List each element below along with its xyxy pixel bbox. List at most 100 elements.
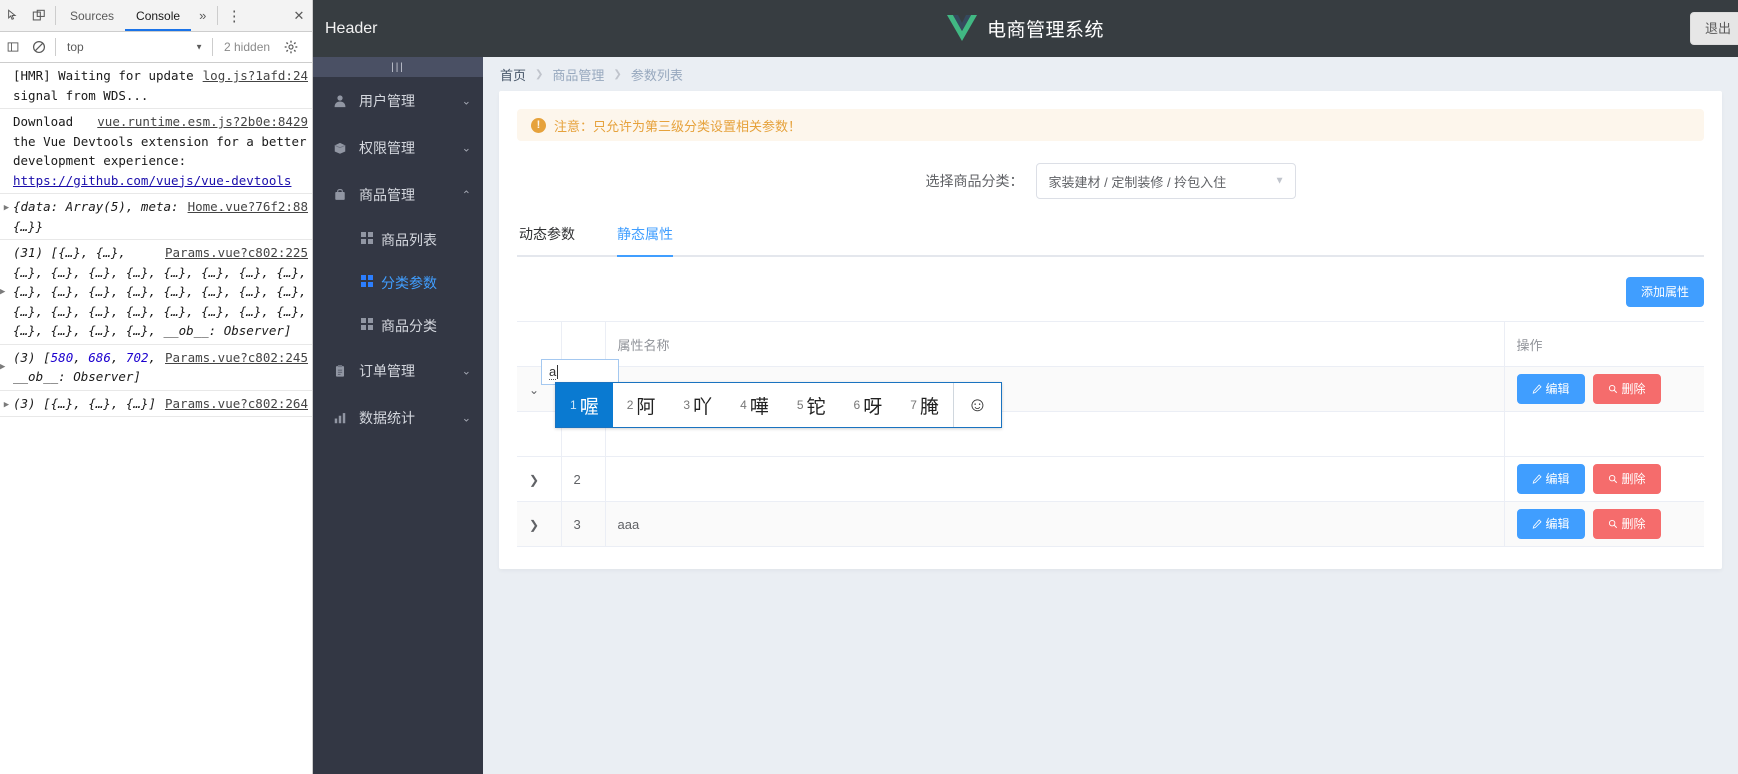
console-log-entry[interactable]: ▶ Home.vue?76f2:88 {data: Array(5), meta… (0, 194, 312, 240)
console-output[interactable]: log.js?1afd:24 [HMR] Waiting for update … (0, 63, 312, 774)
category-select-row: 选择商品分类： 家装建材 / 定制装修 / 拎包入住 ▼ (517, 163, 1704, 199)
log-expand-arrow[interactable]: ▶ (0, 348, 13, 387)
ime-candidate-key: 2 (626, 398, 634, 412)
log-body: Params.vue?c802:264 (3) [{…}, {…}, {…}] (13, 394, 308, 414)
sidebar-item-goods-list[interactable]: 商品列表 (313, 218, 483, 261)
ime-candidate[interactable]: 6 呀 (840, 383, 897, 427)
console-log-entry[interactable]: ▶ Params.vue?c802:264 (3) [{…}, {…}, {…}… (0, 391, 312, 417)
row-expand-toggle[interactable]: ❯ (517, 501, 562, 547)
breadcrumb-separator: ❯ (535, 68, 544, 80)
devtools-tab-console[interactable]: Console (125, 0, 192, 31)
table-header-row: 属性名称 操作 (517, 321, 1704, 367)
sidebar-item-goods-category[interactable]: 商品分类 (313, 304, 483, 347)
delete-button[interactable]: 删除 (1592, 509, 1661, 539)
text-caret (557, 365, 559, 379)
log-source-link[interactable]: Params.vue?c802:264 (165, 394, 308, 414)
table-row[interactable]: ❯ 2 编辑 删除 (517, 456, 1704, 502)
hidden-messages-label[interactable]: 2 hidden (216, 32, 278, 62)
log-body: vue.runtime.esm.js?2b0e:8429 Download th… (13, 112, 308, 190)
pencil-icon (1532, 474, 1542, 484)
sidebar-item-rights-management[interactable]: 权限管理 ⌄ (313, 124, 483, 171)
sidebar-item-order-management[interactable]: 订单管理 ⌄ (313, 347, 483, 394)
edit-button[interactable]: 编辑 (1516, 509, 1585, 539)
log-source-link[interactable]: vue.runtime.esm.js?2b0e:8429 (97, 112, 308, 132)
log-expand-arrow[interactable]: ▶ (0, 394, 13, 414)
magnifier-icon (1608, 519, 1617, 529)
chart-icon (333, 411, 355, 425)
log-expand-arrow[interactable]: ▶ (0, 197, 13, 236)
console-log-entry[interactable]: vue.runtime.esm.js?2b0e:8429 Download th… (0, 109, 312, 194)
category-cascader[interactable]: 家装建材 / 定制装修 / 拎包入住 ▼ (1035, 163, 1296, 199)
sidebar-item-label: 数据统计 (359, 409, 415, 426)
tab-dynamic-params[interactable]: 动态参数 (519, 224, 575, 255)
log-source-link[interactable]: Home.vue?76f2:88 (188, 197, 308, 217)
ime-candidate[interactable]: 5 铊 (783, 383, 840, 427)
sidebar-item-user-management[interactable]: 用户管理 ⌄ (313, 77, 483, 124)
console-sidebar-icon[interactable] (0, 32, 26, 62)
log-message: {data: Array(5), meta: {…}} (13, 199, 179, 234)
ime-candidate[interactable]: 4 嘩 (726, 383, 783, 427)
inspect-element-icon[interactable] (0, 0, 26, 31)
row-expand-toggle[interactable]: ❯ (517, 456, 562, 502)
attributes-table: 属性名称 操作 ⌄ 1 主体参数-品牌 (517, 321, 1704, 547)
clear-console-icon[interactable] (26, 32, 52, 62)
devtools-tab-sources[interactable]: Sources (59, 0, 125, 31)
ime-candidate-char: 喔 (579, 396, 599, 418)
delete-button[interactable]: 删除 (1592, 464, 1661, 494)
table-header-operations: 操作 (1504, 321, 1704, 367)
edit-button[interactable]: 编辑 (1516, 464, 1585, 494)
ime-candidate[interactable]: 7 腌 (896, 383, 953, 427)
log-source-link[interactable]: log.js?1afd:24 (203, 66, 308, 86)
sidebar-item-category-params[interactable]: 分类参数 (313, 261, 483, 304)
ime-candidate[interactable]: 1 喔 (556, 383, 613, 427)
gear-icon[interactable] (278, 32, 304, 62)
device-toolbar-icon[interactable] (26, 0, 52, 31)
vue-devtools-link[interactable]: https://github.com/vuejs/vue-devtools (13, 173, 291, 188)
add-attribute-row: 添加属性 (517, 277, 1704, 307)
chevron-down-icon: ▼ (1274, 175, 1285, 187)
tab-static-attributes[interactable]: 静态属性 (617, 224, 673, 257)
chevron-down-icon: ⌄ (461, 142, 471, 154)
chevron-right-icon: ❯ (529, 517, 540, 532)
ime-candidate[interactable]: 2 阿 (613, 383, 670, 427)
sidebar-item-label: 权限管理 (359, 139, 415, 156)
log-expand-arrow[interactable]: ▶ (0, 243, 13, 341)
breadcrumb-separator: ❯ (613, 68, 622, 80)
more-tabs-icon[interactable]: » (191, 0, 214, 31)
delete-button[interactable]: 删除 (1592, 374, 1661, 404)
breadcrumb-item-goods[interactable]: 商品管理 (552, 65, 604, 84)
chevron-down-icon: ⌄ (461, 412, 471, 424)
row-index: 3 (561, 501, 606, 547)
console-log-entry[interactable]: ▶ Params.vue?c802:225 (31) [{…}, {…}, {…… (0, 240, 312, 345)
log-body: Params.vue?c802:245 (3) [580, 686, 702, … (13, 348, 308, 387)
ime-candidate-window[interactable]: 1 喔 2 阿 3 吖 4 嘩 5 铊 6 呀 7 腌 ☺ (555, 382, 1002, 428)
sidebar: ||| 用户管理 ⌄ 权限管理 ⌄ 商品管理 ⌃ 商品列表 分类参数 商品分类 … (313, 57, 483, 774)
pencil-icon (1532, 519, 1542, 529)
row-attribute-name (605, 456, 1505, 502)
smiley-icon[interactable]: ☺ (952, 383, 1001, 427)
log-message: (3) [{…}, {…}, {…}] (13, 395, 156, 411)
ime-candidate-char: 铊 (806, 396, 826, 418)
log-source-link[interactable]: Params.vue?c802:245 (165, 348, 308, 368)
devtools-menu-icon[interactable]: ⋮ (221, 0, 247, 31)
close-icon[interactable]: ✕ (286, 0, 312, 31)
sidebar-item-label: 分类参数 (381, 274, 437, 291)
add-attribute-button[interactable]: 添加属性 (1625, 277, 1704, 307)
ime-candidate-char: 阿 (636, 396, 656, 418)
breadcrumb-item-home[interactable]: 首页 (500, 65, 526, 84)
edit-button[interactable]: 编辑 (1516, 374, 1585, 404)
log-source-link[interactable]: Params.vue?c802:225 (165, 243, 308, 263)
sidebar-item-data-statistics[interactable]: 数据统计 ⌄ (313, 394, 483, 441)
execution-context-select[interactable]: top ▼ (59, 32, 209, 62)
ime-candidate-key: 1 (570, 398, 577, 412)
sidebar-item-goods-management[interactable]: 商品管理 ⌃ (313, 171, 483, 218)
sidebar-collapse-toggle[interactable]: ||| (313, 57, 483, 77)
row-attribute-name: aaa (605, 501, 1505, 547)
console-log-entry[interactable]: log.js?1afd:24 [HMR] Waiting for update … (0, 63, 312, 109)
pencil-icon (1532, 384, 1542, 394)
table-row[interactable]: ❯ 3 aaa 编辑 删除 (517, 501, 1704, 547)
logout-button[interactable]: 退出 (1689, 12, 1738, 45)
console-log-entry[interactable]: ▶ Params.vue?c802:245 (3) [580, 686, 702… (0, 345, 312, 391)
ime-candidate[interactable]: 3 吖 (669, 383, 726, 427)
